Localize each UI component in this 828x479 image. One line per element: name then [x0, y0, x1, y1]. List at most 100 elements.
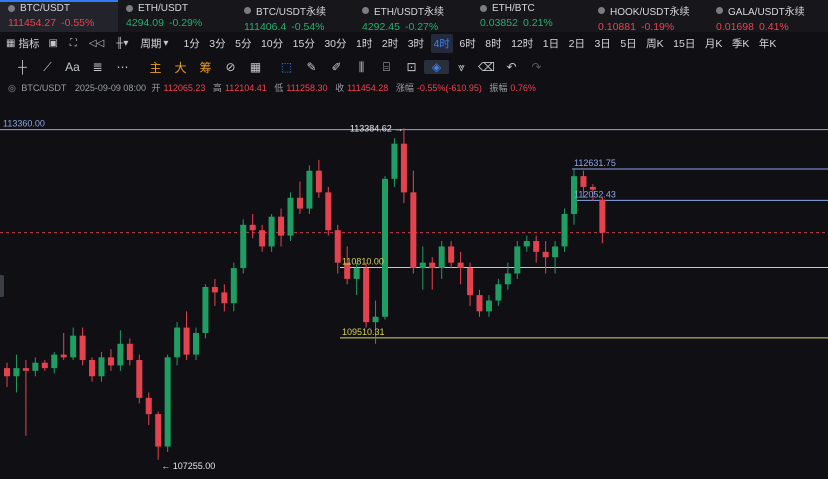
high-annotation: 113384.62 → — [350, 123, 403, 133]
ticker-tab[interactable]: GALA/USDT永续 0.01698 0.41% — [708, 0, 826, 33]
candle-body — [183, 327, 190, 355]
chip-distribution-button[interactable]: 筹 — [193, 59, 218, 76]
ticker-price: 0.03852 — [480, 17, 518, 29]
candle-body — [504, 273, 511, 285]
coin-icon — [598, 7, 605, 14]
timeframe-option[interactable]: 1日 — [540, 34, 562, 53]
timeframe-option[interactable]: 1时 — [353, 34, 375, 53]
candlestick-chart[interactable]: 113360.00 112631.75 112052.43 110810.00 1095… — [0, 95, 828, 479]
candle-body — [552, 246, 559, 258]
info-symbol: BTC/USDT — [21, 83, 67, 93]
timeframe-option[interactable]: 15日 — [670, 34, 698, 53]
indicator-label: 指标 — [18, 38, 40, 50]
amplitude-value: 0.76% — [510, 83, 536, 93]
timeframe-option[interactable]: 30分 — [321, 34, 349, 53]
ticker-tab[interactable]: HOOK/USDT永续 0.10881 -0.19% — [590, 0, 708, 33]
timeframe-option[interactable]: 2时 — [379, 34, 401, 53]
clip-icon[interactable]: ⌸ — [374, 60, 399, 75]
chart-type-button[interactable]: ╫▾ — [116, 38, 131, 49]
eye-icon[interactable]: ◎ — [8, 83, 16, 93]
info-datetime: 2025-09-09 08:00 — [74, 83, 146, 93]
pen-icon[interactable]: ✎ — [299, 60, 324, 74]
timeframe-option[interactable]: 10分 — [258, 34, 286, 53]
ticker-name: ETH/USDT — [138, 3, 188, 14]
candle-body — [429, 262, 436, 269]
filter-icon[interactable]: ⩔ — [449, 60, 474, 75]
select-box-icon[interactable]: ⬚ — [274, 60, 299, 74]
candle-body — [467, 268, 474, 296]
indicator-button[interactable]: ▦ 指标 — [6, 36, 39, 51]
drawing-toolbar: ┼ ⟋ Aa ≣ ⋯ 主 大 筹 ⊘ ▦ ⬚ ✎ ✐ ⫼ ⌸ ⊡ ◈ ⩔ ⌫ ↶… — [0, 56, 828, 78]
candle-body — [259, 230, 266, 247]
hline-label: 110810.00 — [342, 257, 384, 267]
timeframe-option[interactable]: 3时 — [405, 34, 427, 53]
close-label: 收 — [335, 83, 345, 93]
timeframe-option[interactable]: 4时 — [430, 34, 453, 53]
calendar-button[interactable]: ▣ — [48, 38, 60, 49]
ticker-change: -0.27% — [404, 21, 439, 33]
candle-body — [155, 414, 162, 447]
cycle-icon[interactable]: ⊘ — [218, 60, 243, 74]
chevron-down-icon: ▾ — [163, 38, 169, 49]
erase-icon[interactable]: ◈ — [424, 60, 449, 74]
timeframe-option[interactable]: 5日 — [617, 34, 639, 53]
rewind-icon: ◁◁ — [88, 38, 105, 49]
crosshair-vertical-icon[interactable]: ┼ — [10, 60, 35, 74]
candle-body — [98, 357, 105, 377]
candle-body — [230, 268, 237, 304]
open-value: 112065.23 — [163, 83, 206, 93]
candle-body — [32, 362, 39, 371]
redo-icon[interactable]: ↷ — [524, 60, 549, 74]
candle-body — [145, 397, 152, 415]
timeframe-option[interactable]: 季K — [729, 34, 753, 53]
timeframe-option[interactable]: 3日 — [591, 34, 613, 53]
rewind-button[interactable]: ◁◁ — [89, 38, 107, 49]
candle-body — [599, 199, 606, 233]
ticker-name: ETH/BTC — [492, 3, 535, 14]
candle-tool-icon[interactable]: ⫼ — [349, 60, 374, 75]
candle-body — [174, 327, 181, 358]
timeframe-option[interactable]: 6时 — [456, 34, 478, 53]
change-value: -0.55%(-610.95) — [416, 83, 482, 93]
trend-line-icon[interactable]: ⟋ — [35, 60, 60, 75]
low-annotation: ← 107255.00 — [161, 461, 215, 471]
fibonacci-icon[interactable]: ≣ — [85, 60, 110, 74]
big-order-button[interactable]: 大 — [168, 59, 193, 76]
timeframe-option[interactable]: 15分 — [290, 34, 318, 53]
candle-body — [382, 178, 388, 317]
side-panel-handle[interactable] — [0, 275, 4, 297]
magnet-icon[interactable]: ⊡ — [399, 60, 424, 74]
undo-icon[interactable]: ↶ — [499, 60, 524, 74]
ticker-tab[interactable]: BTC/USDT永续 111406.4 -0.54% — [236, 0, 354, 33]
ticker-price: 111454.27 — [8, 17, 57, 29]
candle-body — [391, 143, 398, 179]
candle-body — [41, 362, 48, 369]
big-order-icon: 大 — [174, 60, 187, 75]
ticker-tab[interactable]: ETH/BTC 0.03852 0.21% — [472, 0, 590, 32]
brush-icon[interactable]: ✐ — [324, 60, 349, 74]
more-dots-icon[interactable]: ⋯ — [110, 60, 135, 74]
candle-body — [542, 251, 549, 258]
main-indicator-icon: 主 — [149, 60, 162, 75]
timeframe-option[interactable]: 周K — [643, 34, 667, 53]
text-tool-button[interactable]: Aa — [60, 60, 85, 74]
ticker-tab[interactable]: ETH/USDT 4294.09 -0.29% — [118, 0, 236, 32]
ticker-tab[interactable]: ETH/USDT永续 4292.45 -0.27% — [354, 0, 472, 33]
timeframe-option[interactable]: 12时 — [508, 34, 536, 53]
candle-body — [107, 357, 114, 366]
timeframe-option[interactable]: 3分 — [206, 34, 228, 53]
timeframe-option[interactable]: 8时 — [482, 34, 504, 53]
timeframe-option[interactable]: 月K — [702, 34, 726, 53]
period-button[interactable]: 周期 ▾ — [140, 36, 171, 51]
candle-body — [363, 268, 370, 323]
timeframe-option[interactable]: 2日 — [566, 34, 588, 53]
timeframe-option[interactable]: 5分 — [232, 34, 254, 53]
main-indicator-button[interactable]: 主 — [143, 59, 168, 76]
timeframe-option[interactable]: 年K — [756, 34, 780, 53]
timeframe-option[interactable]: 1分 — [180, 34, 202, 53]
trash-icon[interactable]: ⌫ — [474, 60, 499, 74]
text-icon: Aa — [65, 60, 80, 74]
fullscreen-button[interactable]: ⛶ — [70, 38, 80, 49]
ticker-tab[interactable]: BTC/USDT 111454.27 -0.55% — [0, 0, 118, 32]
calendar-icon[interactable]: ▦ — [243, 60, 268, 74]
